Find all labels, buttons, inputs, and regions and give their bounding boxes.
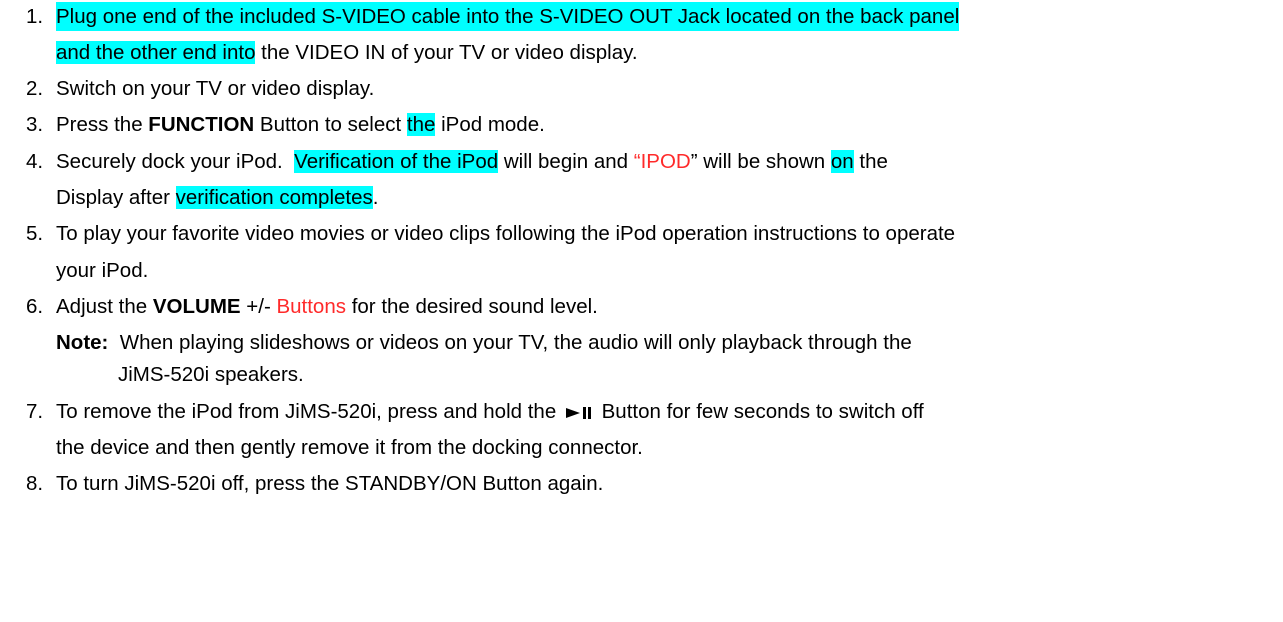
step-4-text: Securely dock your iPod. [56, 150, 295, 173]
note-text: When playing slideshows or videos on you… [108, 331, 912, 354]
step-1-text: Plug one end of the included S-VIDEO cab… [56, 2, 960, 31]
note-label: Note: [56, 331, 109, 354]
step-3-text: iPod mode. [435, 113, 545, 136]
step-number: 5. [26, 222, 44, 245]
ipod-display-text: “IPOD [633, 150, 691, 173]
step-6-text: +/- [240, 295, 277, 318]
step-number: 1. [26, 5, 44, 28]
step-4-text: ” will be shown [690, 150, 831, 173]
step-5-text: To play your favorite video movies or vi… [56, 222, 956, 245]
step-7-text: To remove the iPod from JiMS-520i, press… [56, 400, 562, 423]
volume-button-label: VOLUME [152, 295, 241, 318]
step-number: 7. [26, 400, 44, 423]
step-number: 4. [26, 150, 44, 173]
step-3-text: Button to select [254, 113, 407, 136]
step-3-text: Press the [56, 113, 149, 136]
step-number: 6. [26, 295, 44, 318]
step-number: 2. [26, 77, 44, 100]
step-2-text: Switch on your TV or video display. [56, 77, 375, 100]
step-7-text: Button for few seconds to switch off [595, 400, 924, 423]
step-4-text: . [372, 186, 379, 209]
step-4-text: Display after [56, 186, 176, 209]
step-number: 3. [26, 113, 44, 136]
step-6-text: Adjust the [56, 295, 153, 318]
step-1-text-rest: the VIDEO IN of your TV or video display… [255, 41, 638, 64]
highlighted-text: and the other end into [56, 41, 256, 64]
step-5-text: your iPod. [56, 259, 149, 282]
step-4-text: the [853, 150, 888, 173]
play-pause-icon [565, 407, 594, 419]
step-7-text: the device and then gently remove it fro… [56, 436, 643, 459]
function-button-label: FUNCTION [148, 113, 255, 136]
buttons-red-text: Buttons [276, 295, 346, 318]
step-6-text: for the desired sound level. [346, 295, 598, 318]
step-4-text: will begin and [498, 150, 634, 173]
highlighted-text: the [406, 113, 436, 136]
step-8-text: To turn JiMS-520i off, press the STANDBY… [56, 472, 604, 495]
instruction-document: 1. Plug one end of the included S-VIDEO … [0, 0, 1283, 622]
highlighted-text: on [830, 150, 854, 173]
step-number: 8. [26, 472, 44, 495]
note-text: JiMS-520i speakers. [118, 363, 304, 386]
highlighted-text: Verification of the iPod [294, 150, 499, 173]
highlighted-text: verification completes [175, 186, 373, 209]
